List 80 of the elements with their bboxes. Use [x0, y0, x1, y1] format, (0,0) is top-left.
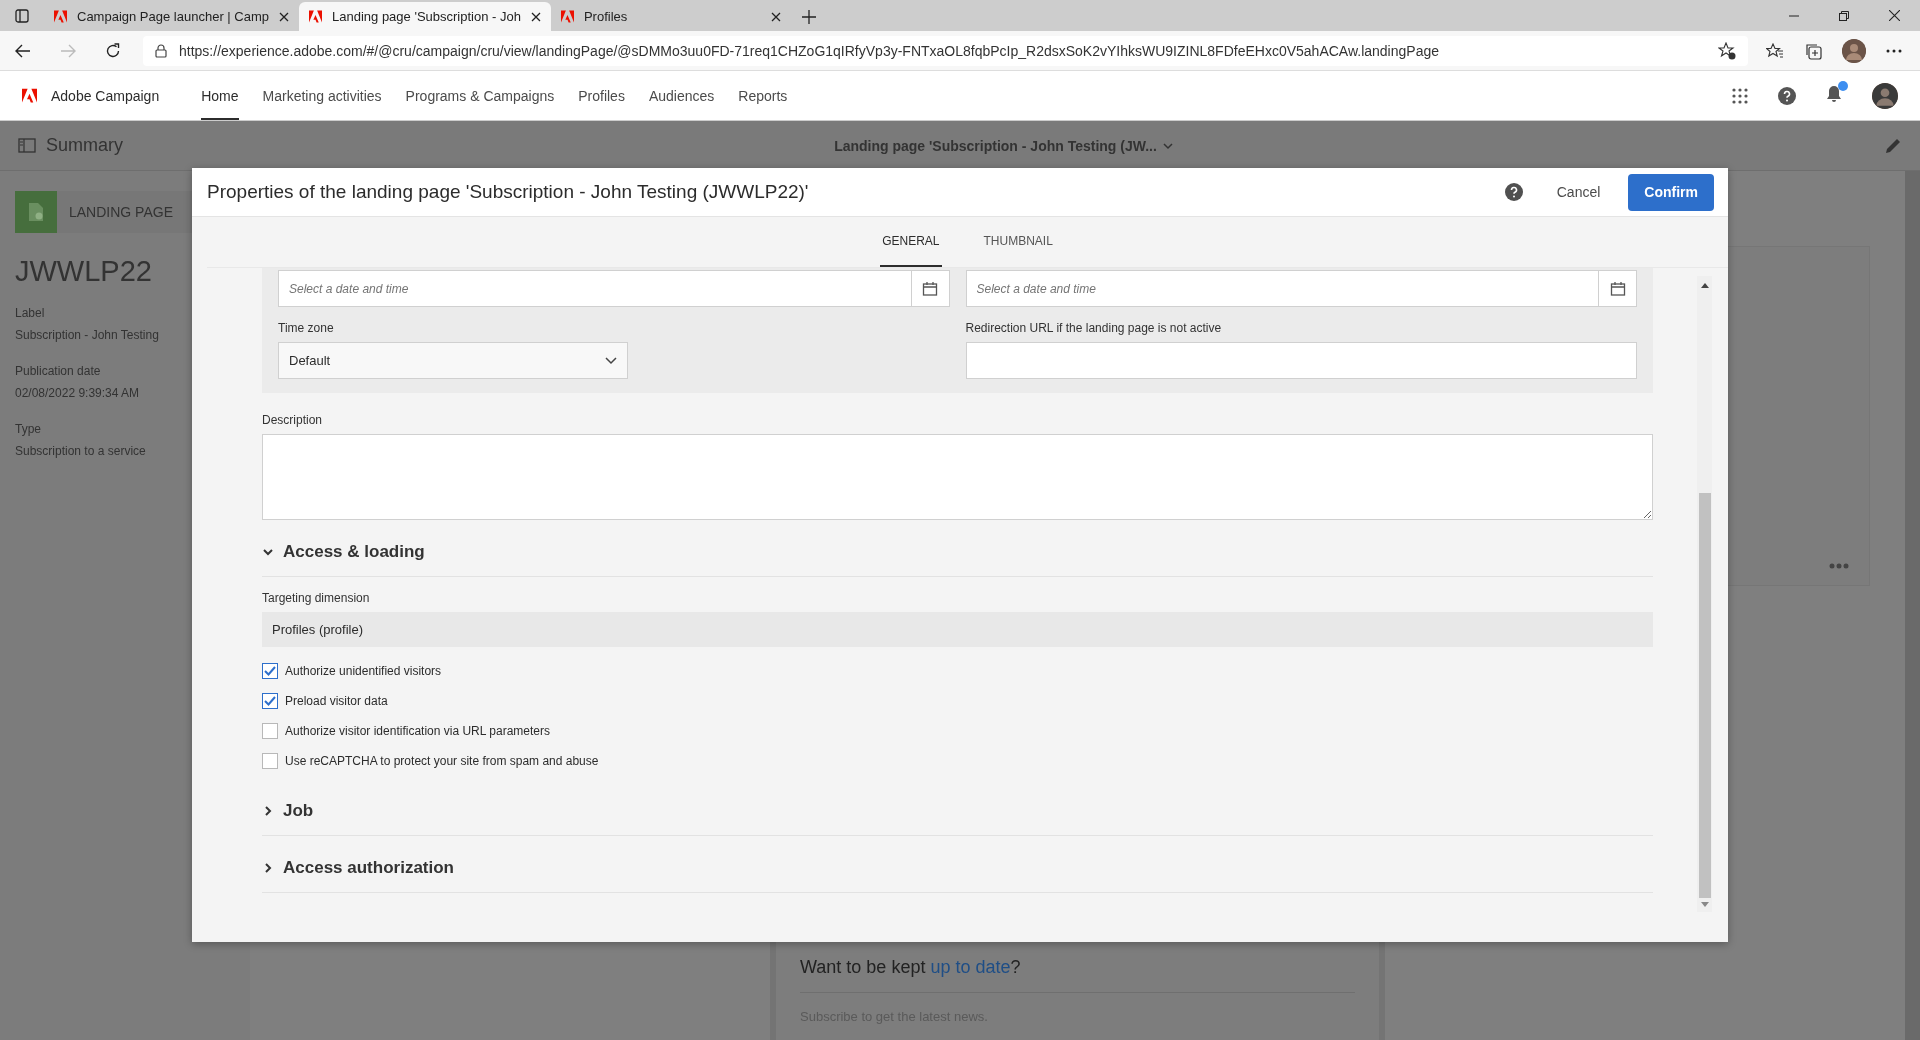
avatar[interactable]	[1842, 38, 1866, 63]
section-header[interactable]: Job	[262, 787, 1653, 836]
calendar-icon	[922, 280, 938, 297]
summary-title: Summary	[46, 135, 123, 156]
field-label: Label	[15, 306, 46, 320]
close-icon[interactable]	[770, 11, 781, 22]
scrollbar[interactable]	[1697, 276, 1712, 912]
scroll-down-icon[interactable]	[1700, 902, 1709, 908]
field-label: Publication date	[15, 364, 102, 378]
time-zone-select[interactable]: Default	[278, 342, 628, 379]
notification-dot	[1838, 81, 1848, 91]
page-icon	[28, 202, 44, 222]
address-field[interactable]: https://experience.adobe.com/#/@cru/campaign/cru/view/landingPage/@sDMMo3uu0FD-71req1CHZoG1qIRfyVp3y-FNTxaOL8fqbPcIp_R2dsxSoK2vYIhksWU9IZINL8FDfeEHxc0V5ahACAw.landingPage	[143, 35, 1748, 66]
chevron-icon	[605, 356, 617, 365]
back-icon[interactable]	[14, 43, 31, 58]
browser-tab[interactable]: Campaign Page launcher | Camp	[44, 2, 299, 31]
calendar-icon	[1609, 280, 1626, 297]
preview-heading: Want to be kept up to date?	[800, 957, 1355, 993]
panel-icon[interactable]	[18, 138, 36, 153]
nav-link[interactable]: Programs & Campaigns	[405, 71, 555, 120]
favicon-icon	[309, 10, 322, 23]
date-field[interactable]: Select a date and time	[278, 270, 912, 307]
restore-icon[interactable]	[1839, 10, 1849, 21]
nav-link[interactable]: Reports	[738, 71, 788, 120]
tab-actions-icon[interactable]	[15, 8, 29, 23]
pencil-icon[interactable]	[1884, 136, 1902, 155]
close-icon[interactable]	[279, 11, 289, 22]
favicon-icon	[54, 10, 67, 23]
confirm-button[interactable]: Confirm	[1628, 173, 1714, 211]
field-label: Description	[262, 413, 324, 427]
checkbox[interactable]	[262, 753, 278, 769]
product-name[interactable]: Adobe Campaign	[51, 87, 160, 104]
field-value: Subscription to a service	[15, 444, 147, 458]
notification-icon[interactable]	[1826, 85, 1842, 103]
favicon-icon	[560, 10, 574, 23]
dialog-tab[interactable]: THUMBNAIL	[981, 217, 1055, 267]
reload-icon[interactable]	[104, 42, 121, 59]
nav-link[interactable]: Profiles	[578, 71, 625, 120]
redirection-url-field[interactable]	[965, 342, 1637, 379]
logo-icon	[22, 88, 37, 103]
browser-tab[interactable]: Landing page 'Subscription - Joh	[299, 2, 551, 31]
description-field[interactable]	[262, 434, 1653, 520]
browser-tab[interactable]: Profiles	[550, 2, 791, 31]
targeting-field[interactable]: Profiles (profile)	[262, 612, 1653, 647]
field-value: 02/08/2022 9:39:34 AM	[15, 386, 141, 400]
checkbox-label: Use reCAPTCHA to protect your site from spam and abuse	[285, 754, 599, 768]
close-icon[interactable]	[530, 11, 541, 22]
nav-link[interactable]: Marketing activities	[262, 71, 382, 120]
checkbox-label: Preload visitor data	[285, 694, 388, 708]
calendar-button[interactable]	[911, 270, 950, 307]
nav-link[interactable]: Audiences	[648, 71, 715, 120]
calendar-button[interactable]	[1599, 270, 1637, 307]
field-label: Type	[15, 422, 42, 436]
scroll-up-icon[interactable]	[1700, 282, 1709, 288]
avatar[interactable]	[1872, 82, 1898, 109]
collections-icon[interactable]	[1804, 41, 1822, 60]
field-label: Redirection URL if the landing page is not active	[965, 321, 1223, 335]
lock-icon	[155, 43, 167, 58]
more-icon[interactable]	[1886, 48, 1902, 53]
field-label: Targeting dimension	[262, 591, 371, 605]
checkbox[interactable]	[262, 693, 278, 709]
field-value: Subscription - John Testing	[15, 328, 160, 342]
add-favorite-icon[interactable]	[1718, 41, 1736, 60]
checkbox[interactable]	[262, 663, 278, 679]
caret-icon[interactable]	[1162, 141, 1173, 150]
date-field[interactable]: Select a date and time	[965, 270, 1599, 307]
section-header[interactable]: Access & loading	[262, 528, 1653, 577]
plus-icon[interactable]	[801, 9, 816, 24]
checkbox-label: Authorize unidentified visitors	[285, 664, 442, 678]
favorites-icon[interactable]	[1766, 42, 1784, 59]
checkbox[interactable]	[262, 723, 278, 739]
help-icon[interactable]	[1504, 183, 1523, 201]
cancel-button[interactable]: Cancel	[1550, 178, 1607, 206]
section-header[interactable]: Access authorization	[262, 844, 1653, 893]
landing-page-name: JWWLP22	[15, 255, 153, 288]
field-label: Time zone	[278, 321, 335, 335]
checkbox-label: Authorize visitor identification via URL parameters	[285, 724, 550, 738]
close-icon[interactable]	[1889, 10, 1900, 21]
apps-icon[interactable]	[1732, 87, 1748, 104]
help-icon[interactable]	[1778, 86, 1796, 105]
